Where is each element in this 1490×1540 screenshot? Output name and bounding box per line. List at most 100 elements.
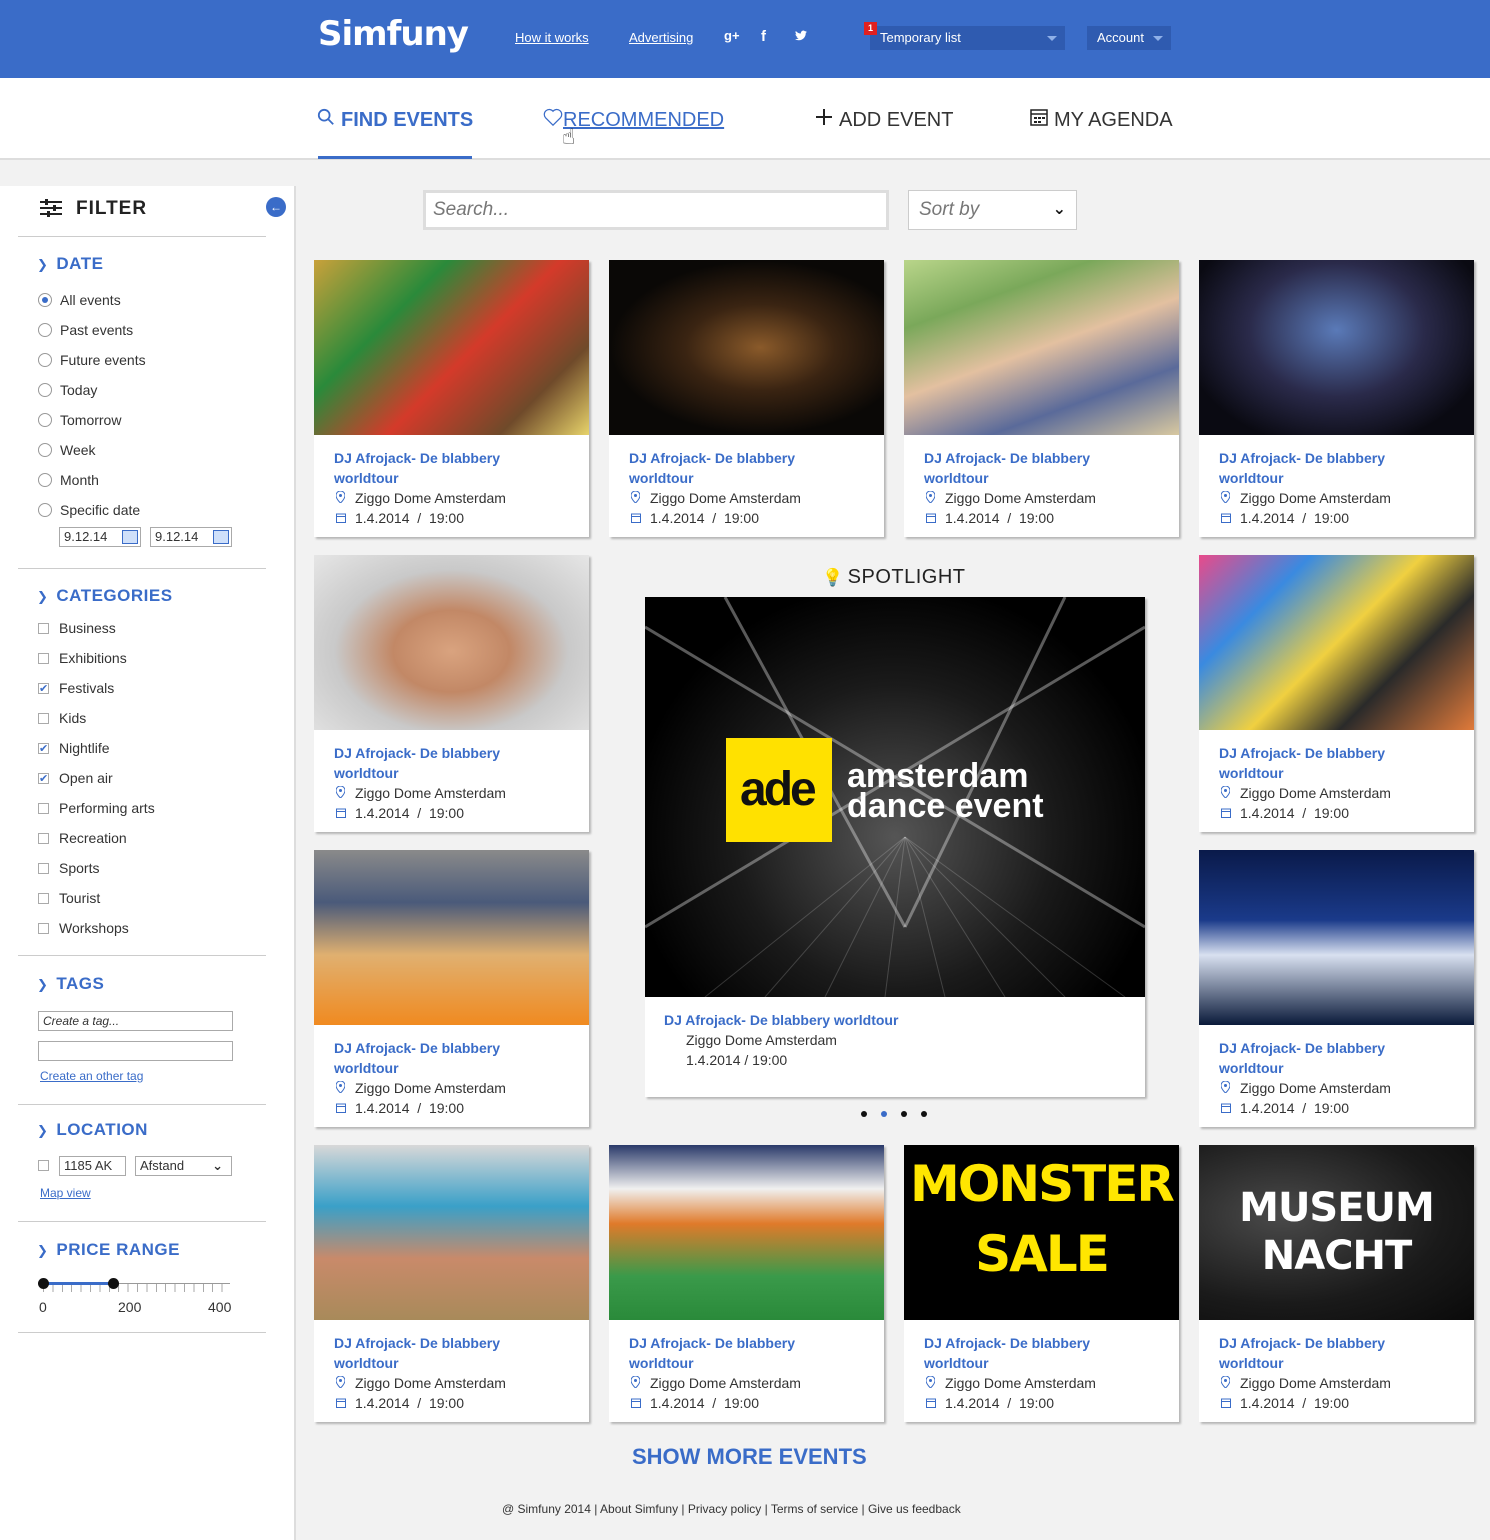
date-option-month[interactable]: Month [38, 471, 99, 489]
event-title[interactable]: DJ Afrojack- De blabbery worldtour [334, 743, 564, 783]
footer-feedback-link[interactable]: Give us feedback [868, 1502, 961, 1516]
carousel-dot[interactable] [861, 1111, 867, 1117]
event-card[interactable]: DJ Afrojack- De blabbery worldtour Ziggo … [314, 555, 589, 832]
date-option-today[interactable]: Today [38, 381, 97, 399]
event-title[interactable]: DJ Afrojack- De blabbery worldtour [629, 1333, 859, 1373]
advertising-link[interactable]: Advertising [629, 30, 693, 45]
category-recreation[interactable]: Recreation [38, 829, 127, 847]
category-open-air[interactable]: Open air [38, 769, 113, 788]
event-card[interactable]: DJ Afrojack- De blabbery worldtour Ziggo … [1199, 555, 1474, 832]
event-card[interactable]: DJ Afrojack- De blabbery worldtour Ziggo … [314, 260, 589, 537]
price-min-handle[interactable] [38, 1278, 49, 1289]
category-tourist[interactable]: Tourist [38, 889, 100, 907]
location-section-toggle[interactable]: ❯ LOCATION [37, 1120, 148, 1140]
event-title[interactable]: DJ Afrojack- De blabbery worldtour [1219, 1038, 1449, 1078]
checkbox[interactable] [38, 803, 49, 814]
date-from-input[interactable]: 9.12.14 [59, 527, 141, 547]
footer-terms-link[interactable]: Terms of service [771, 1502, 858, 1516]
category-sports[interactable]: Sports [38, 859, 99, 877]
carousel-dot[interactable] [921, 1111, 927, 1117]
checkbox[interactable] [38, 623, 49, 634]
event-card[interactable]: DJ Afrojack- De blabbery worldtour Ziggo … [609, 260, 884, 537]
date-option-tomorrow[interactable]: Tomorrow [38, 411, 121, 429]
checkbox[interactable] [38, 713, 49, 724]
event-title[interactable]: DJ Afrojack- De blabbery worldtour [924, 1333, 1154, 1373]
event-card[interactable]: DJ Afrojack- De blabbery worldtour Ziggo … [314, 1145, 589, 1422]
footer-about-link[interactable]: About Simfuny [600, 1502, 678, 1516]
checkbox[interactable] [38, 680, 49, 698]
checkbox[interactable] [38, 833, 49, 844]
radio-button[interactable] [38, 383, 52, 397]
checkbox[interactable] [38, 863, 49, 874]
carousel-dot[interactable] [901, 1111, 907, 1117]
spotlight-card[interactable]: ade amsterdam dance event DJ Afrojack- De… [645, 597, 1145, 1097]
radio-button[interactable] [38, 503, 52, 517]
event-card[interactable]: DJ Afrojack- De blabbery worldtour Ziggo … [1199, 850, 1474, 1127]
date-to-input[interactable]: 9.12.14 [150, 527, 232, 547]
radio-button[interactable] [38, 323, 52, 337]
map-view-link[interactable]: Map view [40, 1186, 91, 1200]
event-card[interactable]: DJ Afrojack- De blabbery worldtour Ziggo … [904, 260, 1179, 537]
simfuny-logo[interactable]: Simfuny [318, 14, 469, 54]
category-kids[interactable]: Kids [38, 709, 86, 727]
category-business[interactable]: Business [38, 619, 116, 637]
calendar-icon[interactable] [122, 530, 138, 544]
event-title[interactable]: DJ Afrojack- De blabbery worldtour [1219, 1333, 1449, 1373]
event-title[interactable]: DJ Afrojack- De blabbery worldtour [1219, 743, 1449, 783]
checkbox[interactable] [38, 740, 49, 758]
event-title[interactable]: DJ Afrojack- De blabbery worldtour [1219, 448, 1449, 488]
checkbox[interactable] [38, 923, 49, 934]
search-input[interactable]: Search... [423, 190, 889, 230]
event-title[interactable]: DJ Afrojack- De blabbery worldtour [334, 448, 564, 488]
how-it-works-link[interactable]: How it works [515, 30, 589, 45]
radio-button[interactable] [38, 293, 52, 307]
event-title[interactable]: DJ Afrojack- De blabbery worldtour [334, 1038, 564, 1078]
radio-button[interactable] [38, 353, 52, 367]
radio-button[interactable] [38, 473, 52, 487]
date-option-all-events[interactable]: All events [38, 291, 121, 309]
account-dropdown[interactable]: Account [1087, 26, 1171, 50]
radio-button[interactable] [38, 413, 52, 427]
temporary-list-dropdown[interactable]: Temporary list [870, 26, 1065, 50]
categories-section-toggle[interactable]: ❯ CATEGORIES [37, 586, 173, 606]
event-card[interactable]: MONSTER SALE DJ Afrojack- De blabbery worl… [904, 1145, 1179, 1422]
distance-select[interactable]: Afstand ⌄ [135, 1156, 232, 1176]
show-more-events-button[interactable]: SHOW MORE EVENTS [632, 1444, 867, 1470]
tab-add-event[interactable]: ADD EVENT [815, 108, 953, 132]
category-workshops[interactable]: Workshops [38, 919, 129, 937]
spotlight-event-title[interactable]: DJ Afrojack- De blabbery worldtour [664, 1012, 898, 1028]
calendar-icon[interactable] [213, 530, 229, 544]
event-title[interactable]: DJ Afrojack- De blabbery worldtour [334, 1333, 564, 1373]
location-checkbox[interactable] [38, 1160, 49, 1171]
category-festivals[interactable]: Festivals [38, 679, 114, 698]
twitter-icon[interactable] [795, 28, 807, 45]
tab-my-agenda[interactable]: MY AGENDA [1030, 108, 1173, 132]
tag-input[interactable]: Create a tag... [38, 1011, 233, 1031]
event-card[interactable]: MUSEUM NACHT DJ Afrojack- De blabbery worl… [1199, 1145, 1474, 1422]
date-section-toggle[interactable]: ❯ DATE [37, 254, 103, 274]
sort-select[interactable]: Sort by ⌄ [908, 190, 1077, 230]
tab-find-events[interactable]: FIND EVENTS [317, 108, 473, 132]
date-option-specific-date[interactable]: Specific date [38, 501, 140, 519]
category-nightlife[interactable]: Nightlife [38, 739, 110, 758]
event-card[interactable]: DJ Afrojack- De blabbery worldtour Ziggo … [609, 1145, 884, 1422]
date-option-future-events[interactable]: Future events [38, 351, 146, 369]
category-performing-arts[interactable]: Performing arts [38, 799, 155, 817]
checkbox[interactable] [38, 770, 49, 788]
google-plus-icon[interactable]: g+ [724, 28, 740, 43]
carousel-dot[interactable] [881, 1111, 887, 1117]
event-title[interactable]: DJ Afrojack- De blabbery worldtour [629, 448, 859, 488]
facebook-icon[interactable]: f [761, 28, 766, 45]
event-card[interactable]: DJ Afrojack- De blabbery worldtour Ziggo … [314, 850, 589, 1127]
date-option-past-events[interactable]: Past events [38, 321, 133, 339]
tag-input-2[interactable] [38, 1041, 233, 1061]
price-section-toggle[interactable]: ❯ PRICE RANGE [37, 1240, 180, 1260]
category-exhibitions[interactable]: Exhibitions [38, 649, 127, 667]
collapse-sidebar-button[interactable]: ← [266, 197, 286, 217]
postcode-input[interactable]: 1185 AK [59, 1156, 126, 1176]
checkbox[interactable] [38, 893, 49, 904]
event-title[interactable]: DJ Afrojack- De blabbery worldtour [924, 448, 1154, 488]
checkbox[interactable] [38, 653, 49, 664]
date-option-week[interactable]: Week [38, 441, 96, 459]
footer-privacy-link[interactable]: Privacy policy [688, 1502, 761, 1516]
